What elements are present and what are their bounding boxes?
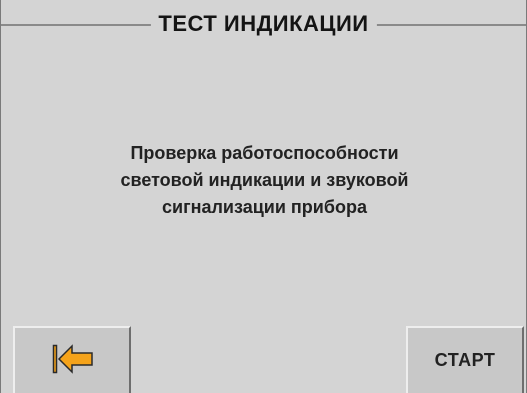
description-line: световой индикации и звуковой (120, 170, 409, 190)
page-title: ТЕСТ ИНДИКАЦИИ (150, 10, 377, 38)
start-button[interactable]: СТАРТ (406, 326, 524, 393)
test-indication-screen: ТЕСТ ИНДИКАЦИИ Проверка работоспособност… (0, 0, 527, 393)
description-text: Проверка работоспособности световой инди… (61, 140, 468, 221)
back-arrow-icon (52, 344, 93, 374)
description-line: сигнализации прибора (162, 197, 367, 217)
description-line: Проверка работоспособности (130, 143, 399, 163)
back-button[interactable] (13, 326, 131, 393)
